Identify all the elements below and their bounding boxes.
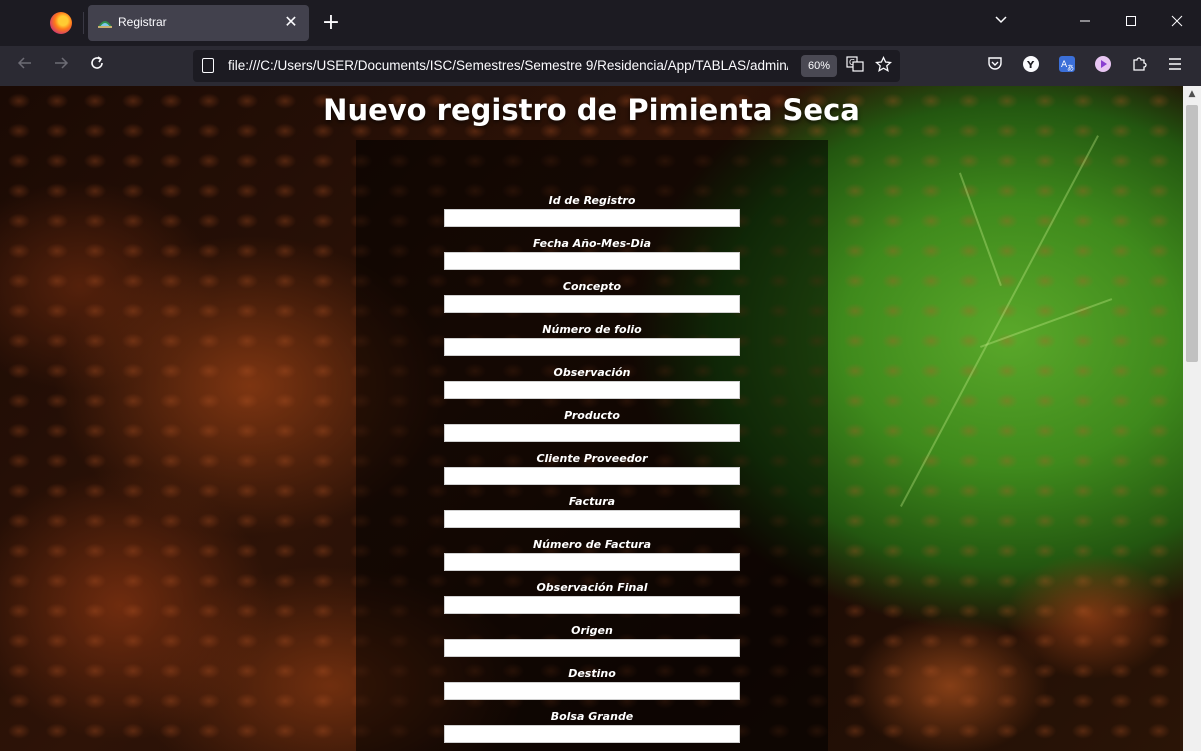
- field-input[interactable]: [444, 424, 740, 442]
- field-label: Bolsa Grande: [550, 710, 634, 723]
- field-input[interactable]: [444, 295, 740, 313]
- back-arrow-icon[interactable]: [11, 52, 39, 80]
- field-input[interactable]: [444, 338, 740, 356]
- field-label: Origen: [571, 624, 613, 637]
- field-label: Cliente Proveedor: [536, 452, 648, 465]
- url-bar[interactable]: file:///C:/Users/USER/Documents/ISC/Seme…: [193, 50, 900, 82]
- tab-registrar[interactable]: Registrar ✕: [88, 5, 309, 41]
- field-label: Número de Factura: [532, 538, 652, 551]
- field-input[interactable]: [444, 639, 740, 657]
- field-input[interactable]: [444, 381, 740, 399]
- navigation-toolbar: file:///C:/Users/USER/Documents/ISC/Seme…: [0, 46, 1201, 86]
- field-label: Fecha Año-Mes-Dia: [532, 237, 652, 250]
- svg-text:Y: Y: [1026, 60, 1035, 71]
- field-input[interactable]: [444, 467, 740, 485]
- scroll-thumb[interactable]: [1186, 105, 1198, 362]
- zoom-level-button[interactable]: 60%: [801, 55, 837, 77]
- field-label: Id de Registro: [548, 194, 636, 207]
- field-label: Observación: [553, 366, 631, 379]
- list-tabs-chevron-icon[interactable]: [986, 10, 1016, 36]
- url-text[interactable]: file:///C:/Users/USER/Documents/ISC/Seme…: [228, 58, 788, 73]
- field-input[interactable]: [444, 725, 740, 743]
- field-label: Concepto: [562, 280, 622, 293]
- field-label: Número de folio: [542, 323, 642, 336]
- vertical-scrollbar[interactable]: ▲: [1183, 86, 1201, 751]
- field-label: Producto: [564, 409, 620, 422]
- puzzle-icon[interactable]: [1128, 55, 1150, 77]
- star-icon[interactable]: [873, 55, 893, 76]
- forward-arrow-icon[interactable]: [47, 52, 75, 80]
- minimize-button[interactable]: [1070, 10, 1100, 36]
- field-input[interactable]: [444, 510, 740, 528]
- page-icon: [202, 58, 214, 73]
- field-label: Destino: [568, 667, 616, 680]
- field-input[interactable]: [444, 553, 740, 571]
- account-icon[interactable]: Y: [1020, 55, 1042, 77]
- translate-icon[interactable]: G: [845, 56, 865, 76]
- field-label: Factura: [568, 495, 616, 508]
- reload-icon[interactable]: [83, 52, 111, 80]
- tab-separator: [83, 12, 84, 34]
- page-viewport: Nuevo registro de Pimienta Seca Id de Re…: [0, 86, 1183, 751]
- maximize-button[interactable]: [1116, 10, 1146, 36]
- translator-extension-icon[interactable]: Aあ: [1056, 55, 1078, 77]
- hamburger-menu-icon[interactable]: [1164, 55, 1186, 77]
- field-input[interactable]: [444, 596, 740, 614]
- svg-text:あ: あ: [1067, 64, 1074, 72]
- firefox-logo-icon[interactable]: [50, 12, 72, 34]
- page-title: Nuevo registro de Pimienta Seca: [323, 93, 860, 127]
- field-input[interactable]: [444, 252, 740, 270]
- form-panel: [356, 140, 828, 751]
- tab-title: Registrar: [118, 15, 167, 29]
- close-window-button[interactable]: [1162, 10, 1192, 36]
- close-tab-icon[interactable]: ✕: [281, 12, 301, 32]
- site-favicon-icon: [98, 21, 112, 28]
- tab-bar: Registrar ✕ +: [0, 0, 1201, 46]
- scroll-up-arrow-icon[interactable]: ▲: [1183, 86, 1201, 103]
- new-tab-button[interactable]: +: [319, 12, 343, 36]
- pocket-icon[interactable]: [984, 55, 1006, 77]
- field-input[interactable]: [444, 682, 740, 700]
- field-label: Observación Final: [536, 581, 648, 594]
- field-input[interactable]: [444, 209, 740, 227]
- media-extension-icon[interactable]: [1092, 55, 1114, 77]
